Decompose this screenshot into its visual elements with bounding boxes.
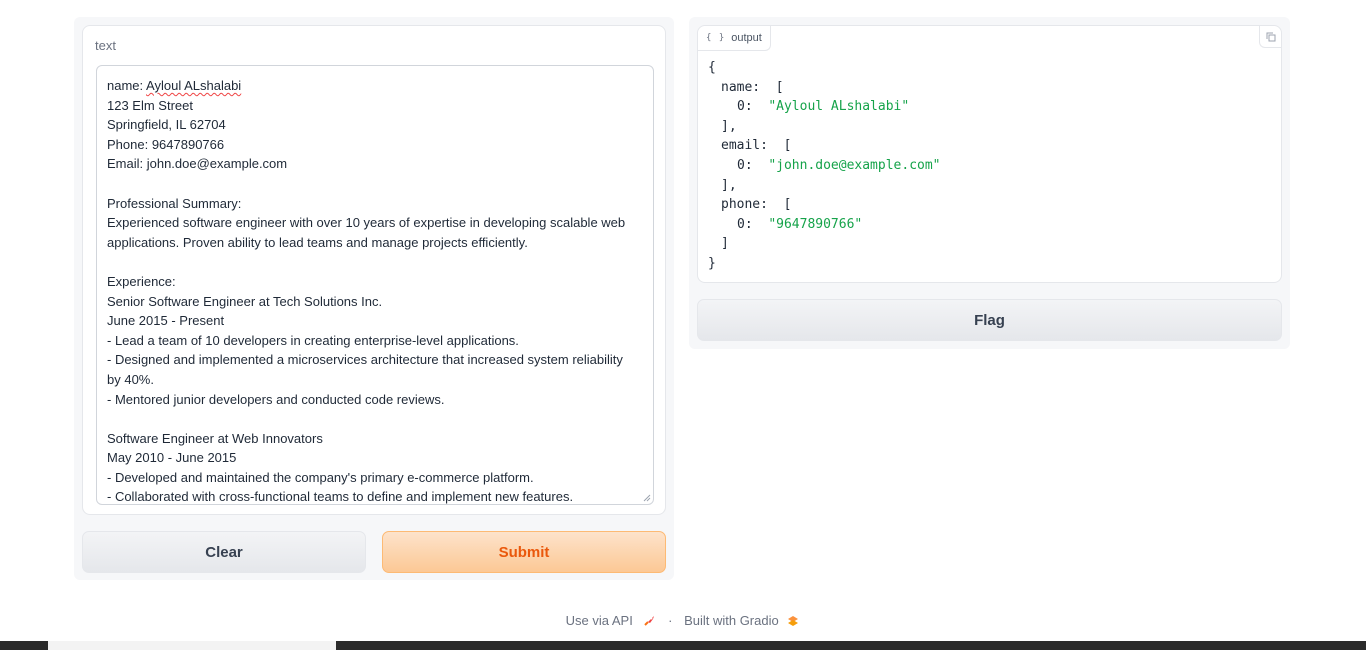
misspelled-word: Ayloul ALshalabi: [146, 78, 242, 93]
text-input-line: Springfield, IL 62704: [107, 117, 226, 133]
json-line: ]: [721, 236, 729, 252]
json-line: email: [: [708, 136, 1271, 156]
json-bracket: [: [775, 79, 784, 95]
text-input-line: 123 Elm Street: [107, 97, 193, 113]
json-line: name: [: [708, 78, 1271, 98]
text-input-line: - Designed and implemented a microservic…: [107, 352, 623, 368]
output-panel: { } output {name: [0: "Ayloul ALshalabi"…: [689, 17, 1290, 349]
json-view: {name: [0: "Ayloul ALshalabi"], email: [0…: [708, 58, 1271, 274]
copy-button[interactable]: [1259, 26, 1281, 48]
json-line: 0: "9647890766": [708, 215, 1271, 235]
json-string-value: "Ayloul ALshalabi": [768, 99, 910, 115]
gradio-logo-icon: [788, 615, 799, 626]
json-line: {: [708, 60, 716, 75]
json-string-value: "john.doe@example.com": [768, 157, 941, 173]
text-input-block: text name: Ayloul ALshalabi 123 Elm Stree…: [82, 25, 666, 515]
text-input-line: applications. Proven ability to lead tea…: [107, 234, 528, 250]
text-input-line: Experienced software engineer with over …: [107, 215, 626, 231]
text-input-line: [107, 174, 643, 194]
json-line: 0: "Ayloul ALshalabi": [708, 97, 1271, 117]
json-string-value: "9647890766": [768, 216, 863, 232]
json-key: email:: [721, 138, 768, 154]
built-with-gradio-link[interactable]: Built with Gradio: [684, 613, 779, 628]
text-input-line: June 2015 - Present: [107, 313, 225, 329]
json-bracket: [: [783, 138, 792, 154]
json-output-block: { } output {name: [0: "Ayloul ALshalabi"…: [697, 25, 1282, 283]
clear-button[interactable]: Clear: [82, 531, 366, 573]
copy-icon: [1266, 32, 1275, 41]
json-line: ],: [721, 177, 737, 193]
text-input-line: - Collaborated with cross-functional tea…: [107, 489, 574, 505]
output-label-text: output: [731, 32, 762, 44]
text-input-line: Email: john.doe@example.com: [107, 156, 288, 172]
text-input-line: name: Ayloul ALshalabi: [107, 76, 643, 96]
text-input-line: [107, 409, 643, 429]
input-panel: text name: Ayloul ALshalabi 123 Elm Stree…: [74, 17, 674, 580]
resize-handle-icon[interactable]: [643, 494, 651, 502]
output-label: { } output: [698, 26, 771, 51]
text-input-line: Phone: 9647890766: [107, 136, 225, 152]
json-bracket: [: [783, 197, 792, 213]
text-input-line: - Mentored junior developers and conduct…: [107, 391, 445, 407]
text-input-line: Experience:: [107, 273, 176, 289]
text-input-label: text: [95, 38, 116, 53]
text-input-line: Senior Software Engineer at Tech Solutio…: [107, 293, 383, 309]
json-key: 0:: [737, 216, 753, 232]
rocket-icon: [644, 615, 655, 626]
taskbar-window[interactable]: [48, 641, 336, 650]
text-input-line: [107, 252, 643, 272]
text-input-line: by 40%.: [107, 371, 154, 387]
json-braces-icon: { }: [706, 33, 726, 43]
text-input-line: May 2010 - June 2015: [107, 450, 237, 466]
json-line: ],: [721, 118, 737, 134]
text-input-line-prefix: name:: [107, 78, 147, 93]
json-line: phone: [: [708, 195, 1271, 215]
taskbar: [0, 641, 1366, 650]
submit-button[interactable]: Submit: [382, 531, 666, 573]
text-input-line: Software Engineer at Web Innovators: [107, 430, 323, 446]
use-via-api-link[interactable]: Use via API: [566, 613, 633, 628]
json-line: }: [708, 255, 716, 271]
json-key: name:: [721, 79, 761, 95]
json-key: 0:: [737, 99, 753, 115]
text-input-line: Professional Summary:: [107, 195, 242, 211]
text-input-line: - Lead a team of 10 developers in creati…: [107, 332, 519, 348]
text-input-line: - Developed and maintained the company's…: [107, 469, 534, 485]
json-key: 0:: [737, 157, 753, 173]
json-line: 0: "john.doe@example.com": [708, 156, 1271, 176]
text-input[interactable]: name: Ayloul ALshalabi 123 Elm Street Spri…: [96, 65, 654, 505]
json-key: phone:: [721, 197, 768, 213]
footer-separator: ·: [668, 613, 673, 629]
footer: Use via API · Built with Gradio: [0, 612, 1366, 628]
flag-button[interactable]: Flag: [697, 299, 1282, 341]
